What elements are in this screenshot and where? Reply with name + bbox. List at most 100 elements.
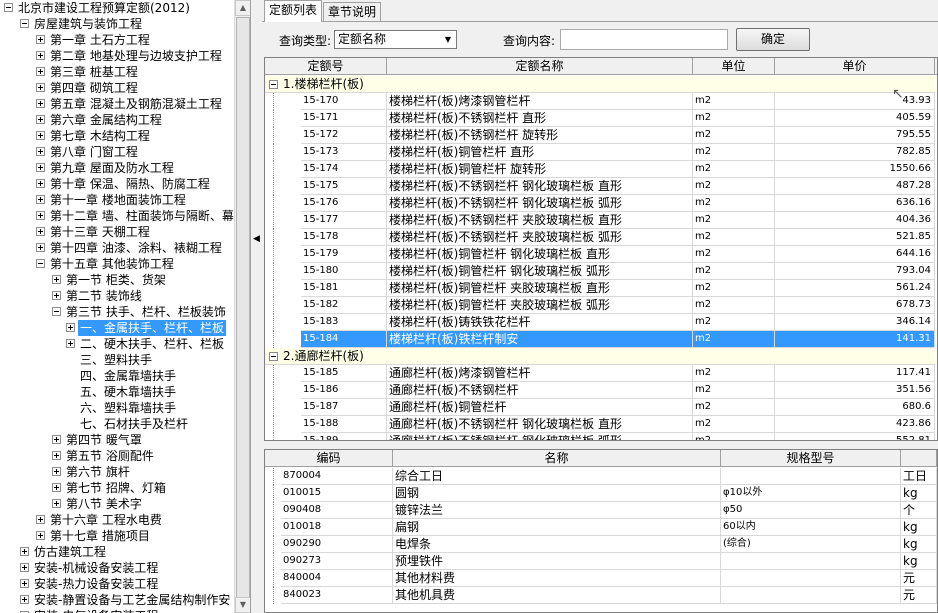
expand-icon[interactable] (66, 339, 75, 348)
table-row[interactable]: 15-186 通廊栏杆(板)不锈钢栏杆 m2 351.56 (265, 382, 935, 399)
quota-table[interactable]: 定额号 定额名称 单位 单价 1.楼梯栏杆(板) 15-170 楼梯栏杆(板)烤漆钢管栏杆… (264, 57, 938, 441)
tree-item[interactable]: 五、硬木靠墙扶手 (0, 384, 234, 400)
tree-item[interactable]: 安装-电气设备安装工程 (0, 608, 234, 613)
table-row[interactable]: 15-178 楼梯栏杆(板)不锈钢栏杆 夹胶玻璃栏板 弧形 m2 521.85 (265, 229, 935, 246)
group-row[interactable]: 2.通廊栏杆(板) (265, 348, 935, 365)
tab-quota-list[interactable]: 定额列表 (264, 0, 323, 22)
column-header[interactable]: 规格型号 (721, 450, 901, 467)
tree-item[interactable]: 六、塑料靠墙扶手 (0, 400, 234, 416)
expand-icon[interactable] (36, 115, 45, 124)
collapse-left-icon[interactable]: ◀ (253, 234, 260, 244)
expand-icon[interactable] (20, 595, 29, 604)
tree-item[interactable]: 第二节 装饰线 (0, 288, 234, 304)
table-row[interactable]: 15-179 楼梯栏杆(板)铜管栏杆 钢化玻璃栏板 直形 m2 644.16 (265, 246, 935, 263)
expand-icon[interactable] (36, 163, 45, 172)
table-row[interactable]: 840023 其他机具费 元 (265, 587, 937, 604)
tree-item[interactable]: 第二章 地基处理与边坡支护工程 (0, 48, 234, 64)
table-row[interactable]: 15-171 楼梯栏杆(板)不锈钢栏杆 直形 m2 405.59 (265, 110, 935, 127)
collapse-icon[interactable] (269, 80, 278, 89)
table-row[interactable]: 15-187 通廊栏杆(板)铜管栏杆 m2 680.6 (265, 399, 935, 416)
table-row[interactable]: 15-175 楼梯栏杆(板)不锈钢栏杆 钢化玻璃栏板 直形 m2 487.28 (265, 178, 935, 195)
collapse-icon[interactable] (20, 19, 29, 28)
material-table[interactable]: 编码 名称 规格型号 870004 综合工日 工日 010015 圆钢 φ10以外 kg 0904… (264, 449, 938, 613)
expand-icon[interactable] (52, 291, 61, 300)
tree-item[interactable]: 安装-机械设备安装工程 (0, 560, 234, 576)
pane-splitter[interactable]: ◀ (251, 0, 262, 613)
confirm-button[interactable]: 确定 (736, 28, 810, 51)
table-row[interactable]: 010015 圆钢 φ10以外 kg (265, 485, 937, 502)
expand-icon[interactable] (36, 35, 45, 44)
table-row[interactable]: 15-174 楼梯栏杆(板)铜管栏杆 旋转形 m2 1550.66 (265, 161, 935, 178)
expand-icon[interactable] (36, 195, 45, 204)
table-row[interactable]: 090408 镀锌法兰 φ50 个 (265, 502, 937, 519)
tree-item[interactable]: 第三章 桩基工程 (0, 64, 234, 80)
tab-chapter-notes[interactable]: 章节说明 (323, 2, 382, 22)
expand-icon[interactable] (66, 323, 75, 332)
table-row[interactable]: 15-182 楼梯栏杆(板)铜管栏杆 夹胶玻璃栏板 弧形 m2 678.73 (265, 297, 935, 314)
expand-icon[interactable] (36, 227, 45, 236)
tree-item[interactable]: 第五节 浴厕配件 (0, 448, 234, 464)
collapse-icon[interactable] (36, 259, 45, 268)
scroll-down-icon[interactable]: ▼ (235, 597, 250, 613)
table-row[interactable]: 15-189 通廊栏杆(板)不锈钢栏杆 钢化玻璃栏板 弧形 m2 552.81 (265, 433, 935, 440)
tree-item[interactable]: 第十三章 天棚工程 (0, 224, 234, 240)
expand-icon[interactable] (36, 515, 45, 524)
expand-icon[interactable] (36, 67, 45, 76)
table-row[interactable]: 090273 预埋铁件 kg (265, 553, 937, 570)
column-header[interactable]: 名称 (393, 450, 721, 467)
expand-icon[interactable] (20, 547, 29, 556)
table-row[interactable]: 090290 电焊条 (综合) kg (265, 536, 937, 553)
expand-icon[interactable] (36, 51, 45, 60)
expand-icon[interactable] (52, 435, 61, 444)
tree-item[interactable]: 第六章 金属结构工程 (0, 112, 234, 128)
table-row[interactable]: 15-188 通廊栏杆(板)不锈钢栏杆 钢化玻璃栏板 直形 m2 423.86 (265, 416, 935, 433)
expand-icon[interactable] (20, 579, 29, 588)
column-header[interactable]: 单价 (775, 58, 935, 75)
tree-item[interactable]: 第八节 美术字 (0, 496, 234, 512)
scroll-thumb[interactable] (236, 17, 250, 607)
column-header[interactable] (901, 450, 937, 467)
table-row[interactable]: 870004 综合工日 工日 (265, 468, 937, 485)
tree-item[interactable]: 三、塑料扶手 (0, 352, 234, 368)
collapse-icon[interactable] (4, 3, 13, 12)
column-header[interactable]: 定额号 (265, 58, 387, 75)
expand-icon[interactable] (36, 83, 45, 92)
expand-icon[interactable] (36, 99, 45, 108)
tree-item[interactable]: 第七节 招牌、灯箱 (0, 480, 234, 496)
chapter-tree[interactable]: 北京市建设工程预算定额(2012) 房屋建筑与装饰工程 第一章 土石方工程 第二章 地… (0, 0, 251, 613)
query-content-input[interactable] (560, 29, 728, 50)
table-row[interactable]: 15-184 楼梯栏杆(板)铁栏杆制安 m2 141.31 (265, 331, 935, 348)
group-row[interactable]: 1.楼梯栏杆(板) (265, 76, 935, 93)
expand-icon[interactable] (36, 211, 45, 220)
tree-item[interactable]: 第七章 木结构工程 (0, 128, 234, 144)
tree-item[interactable]: 房屋建筑与装饰工程 (0, 16, 234, 32)
scroll-up-icon[interactable]: ▲ (235, 0, 250, 16)
table-row[interactable]: 010018 扁钢 60以内 kg (265, 519, 937, 536)
table-row[interactable]: 15-181 楼梯栏杆(板)铜管栏杆 夹胶玻璃栏板 直形 m2 561.24 (265, 280, 935, 297)
tree-item[interactable]: 第三节 扶手、栏杆、栏板装饰 (0, 304, 234, 320)
query-type-select[interactable]: 定额名称 ▼ (334, 30, 457, 49)
tree-item[interactable]: 第六节 旗杆 (0, 464, 234, 480)
column-header[interactable]: 定额名称 (387, 58, 693, 75)
tree-item[interactable]: 第一章 土石方工程 (0, 32, 234, 48)
table-row[interactable]: 15-170 楼梯栏杆(板)烤漆钢管栏杆 m2 43.93 (265, 93, 935, 110)
tree-item[interactable]: 第十七章 措施项目 (0, 528, 234, 544)
tree-item[interactable]: 仿古建筑工程 (0, 544, 234, 560)
table-row[interactable]: 15-173 楼梯栏杆(板)铜管栏杆 直形 m2 782.85 (265, 144, 935, 161)
tree-item[interactable]: 安装-静置设备与工艺金属结构制作安 (0, 592, 234, 608)
expand-icon[interactable] (36, 243, 45, 252)
expand-icon[interactable] (20, 563, 29, 572)
tree-item[interactable]: 第十六章 工程水电费 (0, 512, 234, 528)
expand-icon[interactable] (52, 275, 61, 284)
dropdown-arrow-icon[interactable]: ▼ (440, 31, 456, 48)
tree-item[interactable]: 安装-热力设备安装工程 (0, 576, 234, 592)
expand-icon[interactable] (52, 467, 61, 476)
table-row[interactable]: 15-176 楼梯栏杆(板)不锈钢栏杆 钢化玻璃栏板 弧形 m2 636.16 (265, 195, 935, 212)
expand-icon[interactable] (52, 499, 61, 508)
table-row[interactable]: 15-183 楼梯栏杆(板)铸铁铁花栏杆 m2 346.14 (265, 314, 935, 331)
column-header[interactable]: 单位 (693, 58, 775, 75)
collapse-icon[interactable] (269, 352, 278, 361)
tree-item[interactable]: 二、硬木扶手、栏杆、栏板 (0, 336, 234, 352)
tree-item[interactable]: 第九章 屋面及防水工程 (0, 160, 234, 176)
table-row[interactable]: 15-180 楼梯栏杆(板)铜管栏杆 钢化玻璃栏板 弧形 m2 793.04 (265, 263, 935, 280)
